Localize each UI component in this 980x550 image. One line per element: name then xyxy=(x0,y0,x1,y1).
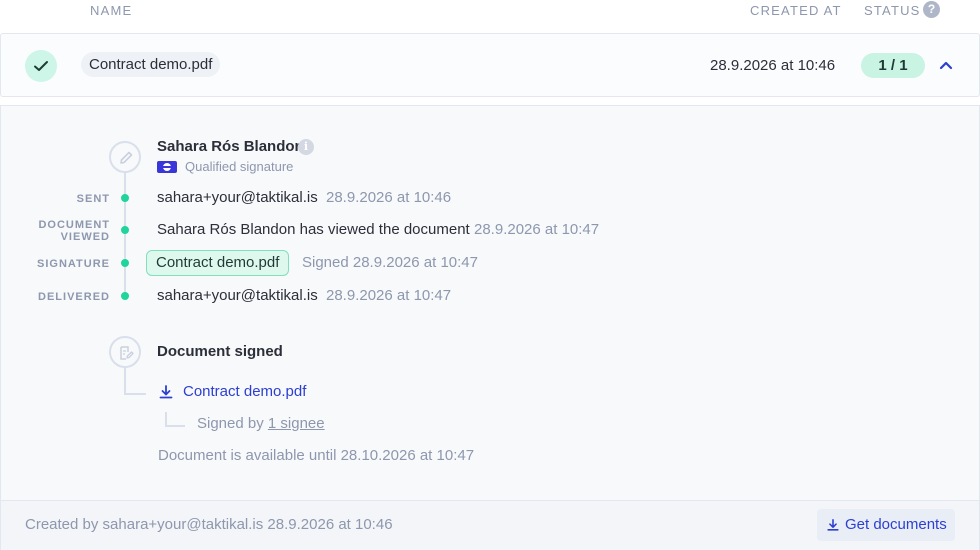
signed-file-pill[interactable]: Contract demo.pdf xyxy=(146,250,290,276)
event-label-viewed: VIEWED xyxy=(60,231,110,243)
get-documents-label: Get documents xyxy=(845,516,947,533)
column-header-status[interactable]: STATUS xyxy=(864,3,921,18)
completed-check-icon xyxy=(25,50,57,82)
timeline-line xyxy=(124,368,126,394)
availability-text: Document is available until 28.10.2026 a… xyxy=(158,447,475,464)
document-details-panel xyxy=(0,105,980,550)
info-icon[interactable]: i xyxy=(298,139,314,155)
column-header-created-at[interactable]: CREATED AT xyxy=(750,3,842,18)
event-dot xyxy=(121,194,129,202)
signee-link[interactable]: 1 signee xyxy=(268,415,325,432)
event-viewed-time: 28.9.2026 at 10:47 xyxy=(474,221,600,238)
get-documents-button[interactable]: Get documents xyxy=(817,509,955,541)
download-icon xyxy=(827,518,839,531)
event-signed-text: Signed 28.9.2026 at 10:47 xyxy=(302,254,478,271)
column-header-name: NAME xyxy=(90,3,133,18)
pencil-icon xyxy=(109,141,141,173)
event-label-sent: SENT xyxy=(76,193,110,205)
created-by-text: Created by sahara+your@taktikal.is 28.9.… xyxy=(25,516,393,533)
signed-by-prefix: Signed by xyxy=(197,415,264,432)
document-name-pill: Contract demo.pdf xyxy=(81,52,221,77)
event-label-document: DOCUMENT xyxy=(38,219,110,231)
event-viewed-text: Sahara Rós Blandon has viewed the docume… xyxy=(157,221,470,238)
signature-type: Qualified signature xyxy=(185,159,294,174)
signed-document-download-link[interactable]: Contract demo.pdf xyxy=(183,383,306,400)
download-icon[interactable] xyxy=(158,384,174,405)
qualified-signature-icon xyxy=(157,161,177,173)
document-signed-title: Document signed xyxy=(157,343,283,360)
event-dot xyxy=(121,226,129,234)
document-created-date: 28.9.2026 at 10:46 xyxy=(710,57,836,74)
timeline-line xyxy=(124,173,126,297)
signer-name: Sahara Rós Blandon xyxy=(157,138,304,155)
help-icon[interactable]: ? xyxy=(923,1,940,18)
event-label-delivered: DELIVERED xyxy=(38,291,110,303)
document-edit-icon xyxy=(109,336,141,368)
event-delivered-email: sahara+your@taktikal.is xyxy=(157,287,318,304)
signed-by-text: Signed by 1 signee xyxy=(197,415,325,432)
event-label-signature: SIGNATURE xyxy=(37,258,110,270)
event-sent-time: 28.9.2026 at 10:46 xyxy=(326,189,452,206)
chevron-up-icon[interactable] xyxy=(938,58,954,72)
event-dot xyxy=(121,292,129,300)
status-badge: 1 / 1 xyxy=(861,53,925,78)
signee-connector xyxy=(165,425,185,427)
event-delivered-time: 28.9.2026 at 10:47 xyxy=(326,287,452,304)
event-dot xyxy=(121,259,129,267)
signee-connector xyxy=(165,412,167,426)
event-sent-email: sahara+your@taktikal.is xyxy=(157,189,318,206)
timeline-connector xyxy=(124,393,146,395)
